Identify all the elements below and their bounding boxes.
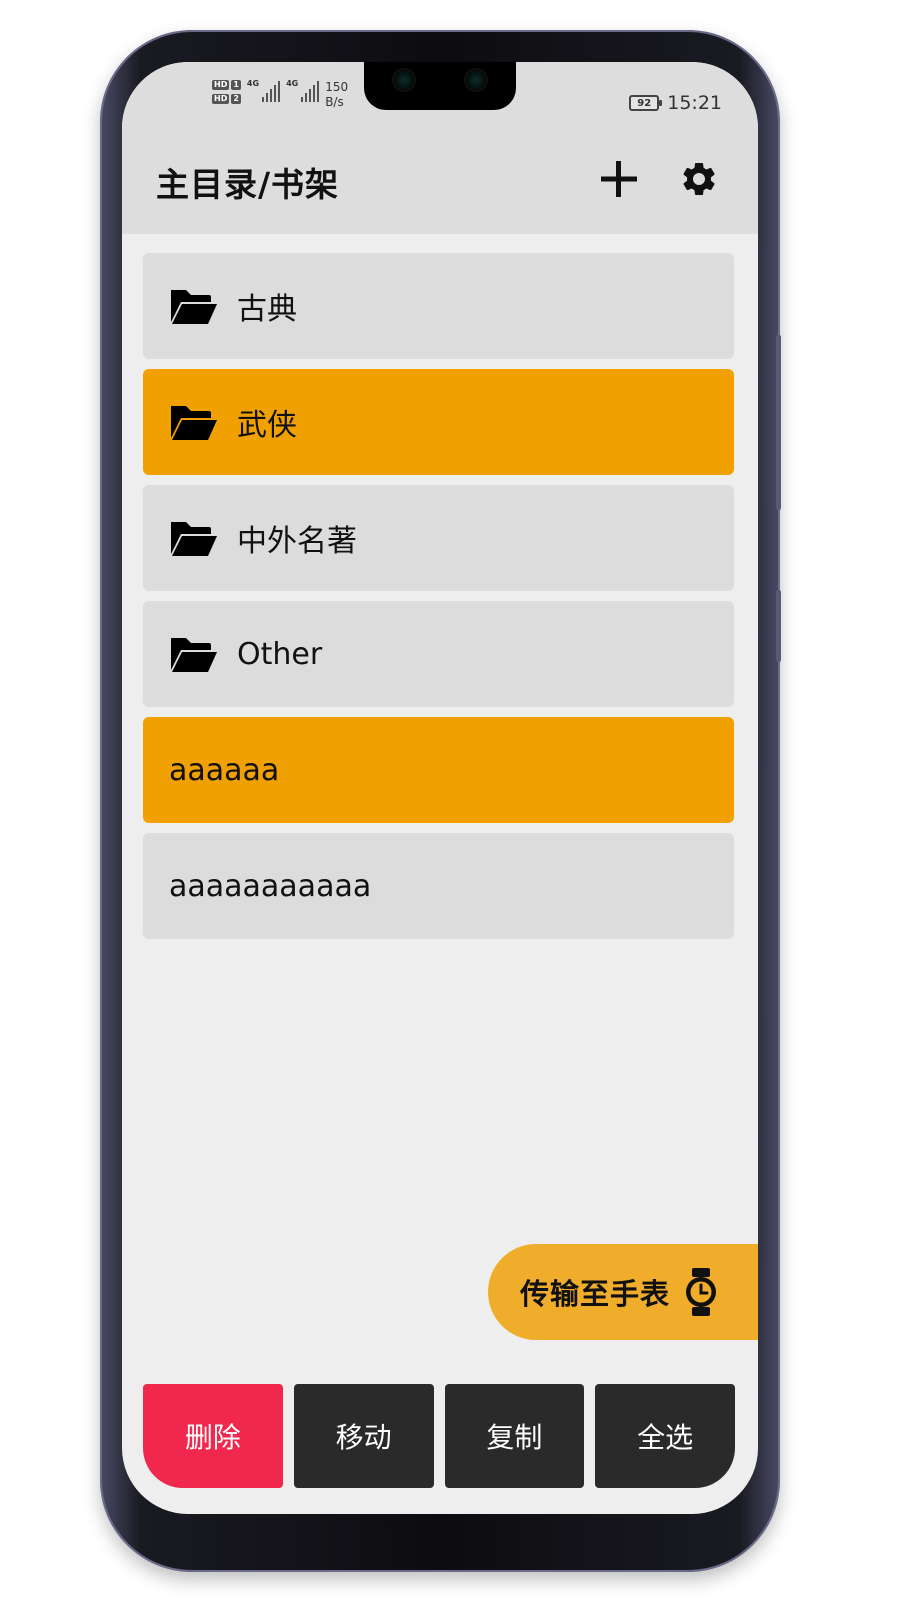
battery-icon: 92 <box>629 95 663 111</box>
move-button[interactable]: 移动 <box>293 1384 434 1488</box>
gear-icon <box>683 162 715 195</box>
sim-index: 2 <box>231 94 241 104</box>
power-button <box>776 590 781 662</box>
hd-label: HD <box>212 94 230 104</box>
app-header: HD 1 HD 2 4G 4G 150 B/s 92 15:21 主目录/书架 <box>122 62 758 234</box>
camera-notch <box>364 62 516 110</box>
plus-icon <box>601 161 637 197</box>
list-item-folder-classical[interactable]: 古典 <box>143 253 734 359</box>
page-title: 主目录/书架 <box>156 165 340 204</box>
add-button[interactable] <box>596 156 642 202</box>
sim1-hd-badge: HD 1 <box>212 80 241 90</box>
app-screen: HD 1 HD 2 4G 4G 150 B/s 92 15:21 主目录/书架 … <box>122 62 758 1514</box>
sim-index: 1 <box>231 80 241 90</box>
list-item-label: Other <box>237 636 323 672</box>
battery-level: 92 <box>637 97 652 109</box>
signal-strength-icon: 4G <box>246 79 281 102</box>
list-item-folder-wuxia[interactable]: 武侠 <box>143 369 734 475</box>
signal-strength-icon: 4G <box>286 79 320 102</box>
list-item-folder-other[interactable]: Other <box>143 601 734 707</box>
delete-button[interactable]: 删除 <box>143 1384 283 1488</box>
folder-open-icon <box>171 290 217 324</box>
hd-label: HD <box>212 80 230 90</box>
front-camera-icon <box>392 68 416 92</box>
transfer-to-watch-button[interactable]: 传输至手表 <box>488 1244 758 1340</box>
watch-icon <box>686 1268 717 1316</box>
status-clock: 15:21 <box>667 92 722 114</box>
status-bar-left: HD 1 HD 2 4G 4G 150 B/s <box>212 80 348 110</box>
network-type: 4G <box>246 79 260 88</box>
list-item-label: aaaaaa <box>169 752 280 788</box>
list-item-label: aaaaaaaaaaa <box>169 868 372 904</box>
volume-button <box>776 335 781 510</box>
list-item-label: 中外名著 <box>237 524 357 559</box>
copy-button[interactable]: 复制 <box>444 1384 585 1488</box>
network-speed-unit: B/s <box>325 95 344 109</box>
front-camera-icon <box>464 68 488 92</box>
bottom-action-bar: 删除 移动 复制 全选 <box>143 1384 735 1488</box>
status-bar-right: 92 15:21 <box>629 92 722 114</box>
settings-button[interactable] <box>676 156 722 202</box>
folder-open-icon <box>171 638 217 672</box>
sim2-hd-badge: HD 2 <box>212 94 241 104</box>
network-type: 4G <box>286 79 299 88</box>
folder-open-icon <box>171 406 217 440</box>
select-all-button[interactable]: 全选 <box>595 1384 735 1488</box>
list-item-label: 古典 <box>237 292 297 327</box>
transfer-to-watch-label: 传输至手表 <box>520 1277 671 1311</box>
list-item-book[interactable]: aaaaaa <box>143 717 734 823</box>
list-item-label: 武侠 <box>237 408 297 443</box>
folder-open-icon <box>171 522 217 556</box>
list-item-book[interactable]: aaaaaaaaaaa <box>143 833 734 939</box>
sim-indicators: HD 1 HD 2 <box>212 80 241 104</box>
list-item-folder-masterpieces[interactable]: 中外名著 <box>143 485 734 591</box>
network-speed-value: 150 <box>325 80 349 94</box>
network-speed: 150 B/s <box>325 80 348 110</box>
bookshelf-list: 古典 武侠 中外名著 Other aaaaaa aaaaaaaaaaa <box>143 253 734 949</box>
